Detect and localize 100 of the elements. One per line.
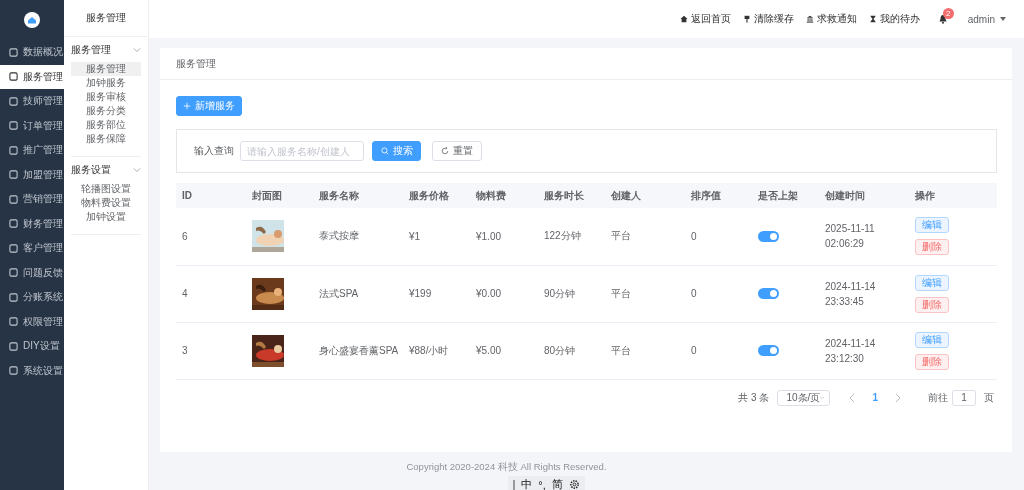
table-cell: 法式SPA (313, 265, 403, 322)
chevron-left-icon (849, 393, 856, 402)
copyright-text: Copyright 2020-2024 科技 All Rights Reserved. (406, 461, 607, 474)
table-cell: 2024-11-14 23:12:30 (819, 322, 909, 379)
sidebar-item[interactable]: 系统设置 (0, 358, 64, 383)
bell-icon (937, 14, 948, 24)
submenu-item[interactable]: 物料费设置 (71, 196, 141, 210)
square-icon (9, 47, 18, 57)
submenu-item[interactable]: 加钟服务 (71, 76, 141, 90)
sidebar-item[interactable]: 营销管理 (0, 187, 64, 212)
column-header: 服务名称 (313, 183, 403, 208)
column-header: 服务价格 (403, 183, 470, 208)
page-size-select[interactable]: 10条/页 (777, 389, 831, 406)
table-cell: 3 (176, 322, 246, 379)
submenu-item[interactable]: 轮播图设置 (71, 182, 141, 196)
sidebar-item[interactable]: 推广管理 (0, 138, 64, 163)
search-label: 输入查询 (194, 144, 234, 158)
toggle-switch[interactable] (758, 345, 779, 356)
toggle-switch[interactable] (758, 288, 779, 299)
square-icon (9, 170, 18, 180)
submenu-item[interactable]: 服务管理 (71, 62, 141, 76)
table-cell: 90分钟 (538, 265, 605, 322)
square-icon (9, 366, 18, 376)
table-cell: ¥199 (403, 265, 470, 322)
column-header: 封面图 (246, 183, 313, 208)
table-cell: 0 (685, 265, 752, 322)
submenu-item[interactable]: 服务审核 (71, 90, 141, 104)
table-cell: ¥0.00 (470, 265, 538, 322)
bank-icon (805, 15, 814, 23)
sidebar-item[interactable]: 问题反馈 (0, 260, 64, 285)
square-icon (9, 243, 18, 253)
goto-label: 前往 (928, 390, 948, 405)
table-cell: 80分钟 (538, 322, 605, 379)
header-link[interactable]: 我的待办 (868, 12, 920, 26)
chevron-down-icon (820, 395, 825, 400)
logo-icon (24, 12, 40, 28)
search-icon (380, 147, 389, 155)
sidebar-item[interactable]: DIY设置 (0, 334, 64, 359)
sidebar-item[interactable]: 权限管理 (0, 309, 64, 334)
table-cell: 6 (176, 208, 246, 265)
refresh-icon (441, 147, 449, 155)
table-cell: 平台 (605, 322, 685, 379)
square-icon (9, 72, 18, 82)
group-title[interactable]: 服务设置 (71, 163, 111, 177)
submenu-item[interactable]: 服务部位 (71, 118, 141, 132)
sidebar-item[interactable]: 服务管理 (0, 64, 64, 89)
ime-item[interactable]: 中 (521, 477, 533, 490)
page-field[interactable]: 1 (952, 389, 976, 406)
sidebar-item[interactable]: 数据概况 (0, 40, 64, 65)
square-icon (9, 145, 18, 155)
column-header: 操作 (909, 183, 997, 208)
header-link[interactable]: 返回首页 (679, 12, 731, 26)
square-icon (9, 121, 18, 131)
table-cell: 泰式按摩 (313, 208, 403, 265)
table-cell: 平台 (605, 208, 685, 265)
group-title[interactable]: 服务管理 (71, 43, 111, 57)
submenu-item[interactable]: 服务保障 (71, 132, 141, 146)
table-cell: 2024-11-14 23:33:45 (819, 265, 909, 322)
submenu-item[interactable]: 服务分类 (71, 104, 141, 118)
header-link[interactable]: 清除缓存 (742, 12, 794, 26)
square-icon (9, 194, 18, 204)
column-header: 服务时长 (538, 183, 605, 208)
toggle-switch[interactable] (758, 230, 779, 242)
pin-icon (742, 15, 751, 23)
sidebar-item[interactable]: 分账系统 (0, 285, 64, 310)
home-icon (679, 15, 688, 23)
user-menu[interactable]: admin (967, 13, 1006, 25)
sidebar-item[interactable]: 订单管理 (0, 113, 64, 138)
page-title: 服务管理 (160, 48, 1012, 80)
table-cell: 身心盛宴香薰SPA (313, 322, 403, 379)
table-cell: 0 (685, 208, 752, 265)
table-cell: 122分钟 (538, 208, 605, 265)
table-cell: 2025-11-11 02:06:29 (819, 208, 909, 265)
reset-button[interactable]: 重置 (432, 141, 482, 161)
square-icon (9, 96, 18, 106)
table-cell: ¥88/小时 (403, 322, 470, 379)
notification-badge: 2 (942, 8, 954, 19)
caret-icon (1000, 17, 1006, 21)
hourglass-icon (868, 15, 877, 23)
header-link[interactable]: 求救通知 (805, 12, 857, 26)
sidebar-item[interactable]: 加盟管理 (0, 162, 64, 187)
page-label: 页 (984, 390, 994, 405)
table-cell: ¥1.00 (470, 208, 538, 265)
sidebar-item[interactable]: 财务管理 (0, 211, 64, 236)
column-header: 创建人 (605, 183, 685, 208)
square-icon (9, 317, 18, 327)
submenu-title: 服务管理 (64, 0, 148, 37)
submenu-item[interactable]: 加钟设置 (71, 210, 141, 224)
square-icon (9, 292, 18, 302)
plus-icon (183, 102, 191, 110)
table-cell: 4 (176, 265, 246, 322)
sidebar-item[interactable]: 客户管理 (0, 236, 64, 261)
column-header: 是否上架 (752, 183, 819, 208)
sidebar-item[interactable]: 技师管理 (0, 89, 64, 114)
ime-item[interactable]: °, (538, 478, 546, 490)
ime-item[interactable]: 简 (551, 477, 563, 490)
table-cell: 0 (685, 322, 752, 379)
square-icon (9, 268, 18, 278)
column-header: 创建时间 (819, 183, 909, 208)
total-count: 共 3 条 (738, 390, 770, 405)
